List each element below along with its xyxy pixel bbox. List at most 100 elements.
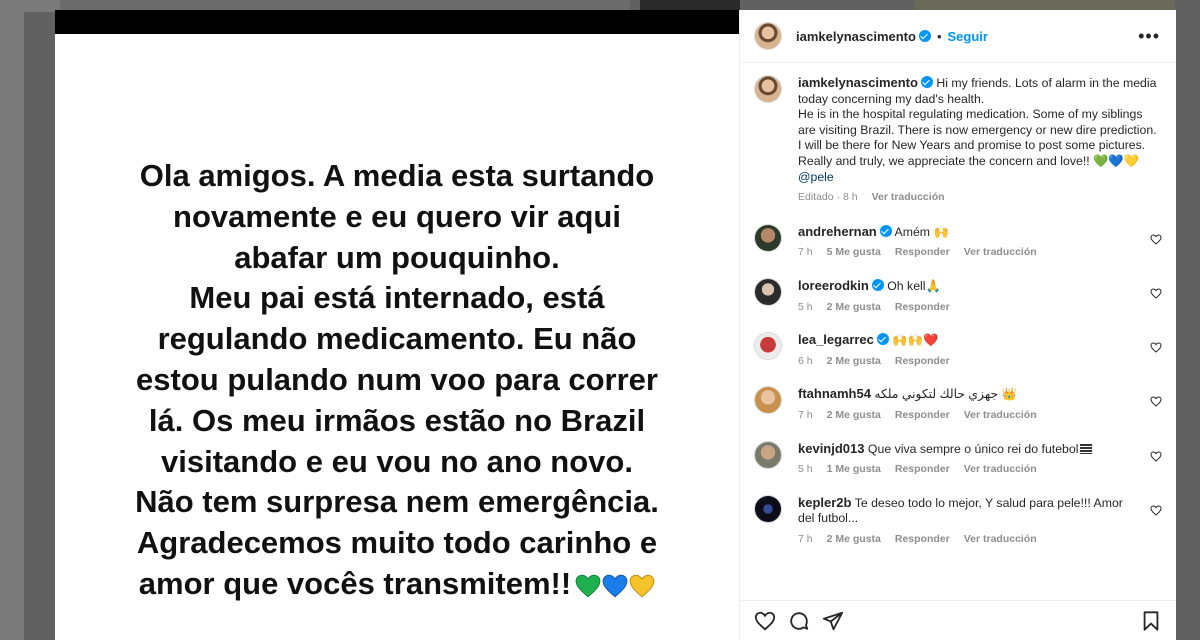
comment-likes[interactable]: 5 Me gusta	[827, 245, 881, 261]
comment-meta: 7 h 2 Me gusta Responder Ver traducción	[798, 532, 1142, 548]
comments-list[interactable]: iamkelynascimento Hi my friends. Lots of…	[740, 63, 1176, 600]
comment-body: andrehernan Amém 🙌 7 h 5 Me gusta Respon…	[798, 224, 1162, 261]
commenter-avatar[interactable]	[754, 223, 782, 252]
comment-time: 7 h	[798, 408, 813, 421]
caption-hearts: 💚💙💛	[1093, 153, 1140, 168]
comment-time: 7 h	[798, 532, 813, 545]
post-actions-bar	[740, 600, 1176, 640]
post-media[interactable]: Ola amigos. A media esta surtando novame…	[55, 10, 739, 640]
commenter-avatar[interactable]	[754, 386, 782, 415]
verified-badge-icon	[920, 76, 933, 88]
background-feed	[0, 0, 60, 12]
comment-likes[interactable]: 1 Me gusta	[827, 462, 881, 478]
caption-meta: Editado · 8 h Ver traducción	[798, 190, 1162, 206]
comment-username[interactable]: kepler2b	[798, 495, 851, 510]
comment-item: lea_legarrec 🙌🙌❤️ 6 h 2 Me gusta Respond…	[754, 332, 1162, 369]
comment-meta: 5 h 1 Me gusta Responder Ver traducción	[798, 462, 1142, 478]
commenter-avatar[interactable]	[754, 440, 782, 469]
comment-text: Que viva sempre o único rei do futebol	[867, 441, 1079, 456]
caption-time: 8 h	[842, 191, 858, 204]
more-options-icon[interactable]: •••	[1138, 27, 1160, 45]
verified-badge-icon	[879, 224, 892, 237]
background-feed-edge	[0, 0, 24, 640]
comment-body: loreerodkin Oh kell🙏 5 h 2 Me gusta Resp…	[798, 278, 1162, 315]
caption-edited-time: Editado · 8 h	[798, 191, 858, 204]
verified-badge-icon	[918, 30, 931, 42]
comment-like-icon[interactable]	[1150, 449, 1162, 462]
comment-text: 🙌🙌❤️	[892, 333, 939, 348]
author-username[interactable]: iamkelynascimento	[796, 29, 916, 44]
green-heart-icon	[575, 568, 601, 598]
post-caption: iamkelynascimento Hi my friends. Lots of…	[754, 75, 1162, 206]
comment-body: kevinjd013 Que viva sempre o único rei d…	[798, 441, 1162, 478]
commenter-avatar[interactable]	[754, 332, 782, 361]
comment-item: loreerodkin Oh kell🙏 5 h 2 Me gusta Resp…	[754, 277, 1162, 315]
comment-translate-link[interactable]: Ver traducción	[964, 245, 1037, 261]
verified-badge-icon	[871, 278, 884, 291]
caption-translate-link[interactable]: Ver traducción	[872, 190, 945, 206]
comment-like-icon[interactable]	[1150, 286, 1162, 299]
media-top-bar	[55, 10, 739, 34]
comment-reply-button[interactable]: Responder	[895, 354, 950, 370]
caption-mention[interactable]: @pele	[798, 170, 834, 184]
comment-text: Amém 🙌	[894, 224, 949, 239]
post-header: iamkelynascimento • Seguir •••	[740, 10, 1176, 63]
flag-icon	[1080, 443, 1093, 454]
media-story-text: Ola amigos. A media esta surtando novame…	[55, 156, 739, 605]
comment-time: 6 h	[798, 354, 813, 367]
comment-item: kevinjd013 Que viva sempre o único rei d…	[754, 440, 1162, 478]
comment-username[interactable]: andrehernan	[798, 224, 877, 239]
commenter-avatar[interactable]	[754, 277, 782, 306]
comment-body: kepler2b Te deseo todo lo mejor, Y salud…	[798, 495, 1162, 548]
caption-body: iamkelynascimento Hi my friends. Lots of…	[798, 75, 1162, 206]
follow-button[interactable]: Seguir	[948, 29, 988, 44]
separator-dot: •	[936, 28, 942, 44]
comment-reply-button[interactable]: Responder	[895, 300, 950, 316]
post-modal: Ola amigos. A media esta surtando novame…	[55, 10, 1176, 640]
comment-item: ftahnamh54 جهزي حالك لتكوني ملكه 👑 7 h 2…	[754, 386, 1162, 423]
share-icon[interactable]	[822, 610, 844, 632]
comment-username[interactable]: lea_legarrec	[798, 332, 874, 347]
comment-likes[interactable]: 2 Me gusta	[827, 300, 881, 316]
comment-text: جهزي حالك لتكوني ملكه 👑	[874, 387, 1017, 402]
comment-reply-button[interactable]: Responder	[895, 462, 950, 478]
comment-meta: 7 h 5 Me gusta Responder Ver traducción	[798, 245, 1142, 261]
comment-reply-button[interactable]: Responder	[895, 245, 950, 261]
comment-meta: 5 h 2 Me gusta Responder	[798, 300, 1142, 316]
comment-username[interactable]: ftahnamh54	[798, 386, 871, 401]
comment-likes[interactable]: 2 Me gusta	[827, 354, 881, 370]
comment-like-icon[interactable]	[1150, 232, 1162, 245]
comment-translate-link[interactable]: Ver traducción	[964, 462, 1037, 478]
author-avatar[interactable]	[754, 75, 782, 103]
comment-reply-button[interactable]: Responder	[895, 408, 950, 424]
caption-username[interactable]: iamkelynascimento	[798, 75, 918, 90]
blue-heart-icon	[602, 568, 628, 598]
media-hearts	[575, 568, 655, 598]
caption-edited-label: Editado	[798, 191, 834, 204]
comment-likes[interactable]: 2 Me gusta	[827, 408, 881, 424]
comment-text: Oh kell🙏	[887, 278, 941, 293]
comment-like-icon[interactable]	[1150, 394, 1162, 407]
comment-time: 7 h	[798, 246, 813, 259]
commenter-avatar[interactable]	[754, 494, 782, 523]
comment-like-icon[interactable]	[1150, 340, 1162, 353]
comment-item: andrehernan Amém 🙌 7 h 5 Me gusta Respon…	[754, 223, 1162, 261]
yellow-heart-icon	[629, 568, 655, 598]
comment-icon[interactable]	[788, 610, 810, 632]
comments-panel: iamkelynascimento • Seguir ••• iamkelyna…	[739, 10, 1176, 640]
save-icon[interactable]	[1140, 610, 1162, 632]
comment-body: lea_legarrec 🙌🙌❤️ 6 h 2 Me gusta Respond…	[798, 332, 1162, 369]
comment-translate-link[interactable]: Ver traducción	[964, 408, 1037, 424]
comment-translate-link[interactable]: Ver traducción	[964, 532, 1037, 548]
comment-reply-button[interactable]: Responder	[895, 532, 950, 548]
comment-item: kepler2b Te deseo todo lo mejor, Y salud…	[754, 494, 1162, 548]
comment-username[interactable]: loreerodkin	[798, 278, 869, 293]
author-avatar[interactable]	[754, 22, 782, 50]
comment-username[interactable]: kevinjd013	[798, 441, 865, 456]
comment-like-icon[interactable]	[1150, 503, 1162, 516]
comment-time: 5 h	[798, 300, 813, 313]
header-user: iamkelynascimento • Seguir	[796, 29, 988, 44]
comment-likes[interactable]: 2 Me gusta	[827, 532, 881, 548]
comment-time: 5 h	[798, 463, 813, 476]
like-icon[interactable]	[754, 610, 776, 632]
